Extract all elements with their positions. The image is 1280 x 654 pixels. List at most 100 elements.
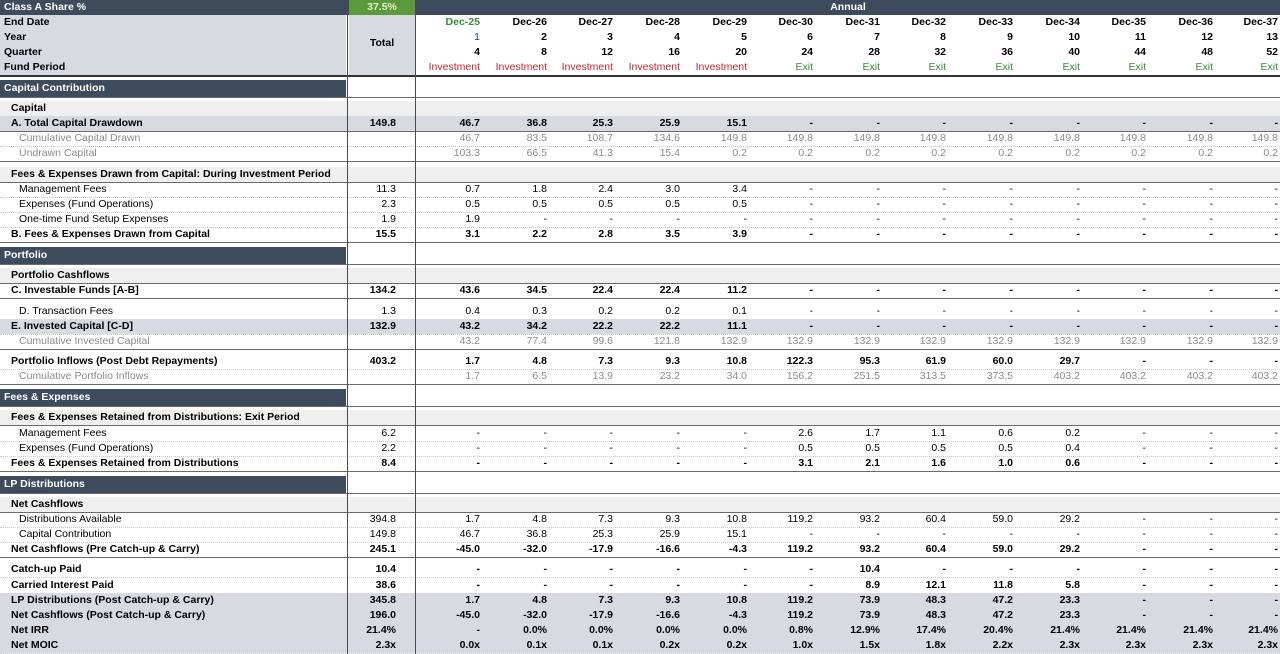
value-cell[interactable]: - bbox=[751, 319, 814, 334]
value-cell[interactable]: - bbox=[1084, 304, 1147, 319]
value-cell[interactable]: 149.8 bbox=[1084, 131, 1146, 146]
value-cell[interactable]: -45.0 bbox=[418, 542, 480, 557]
value-cell[interactable]: - bbox=[418, 426, 481, 441]
value-cell[interactable]: 46.7 bbox=[418, 131, 480, 146]
value-cell[interactable]: 132.9 bbox=[1084, 334, 1146, 349]
value-cell[interactable]: - bbox=[1216, 116, 1279, 131]
value-cell[interactable]: 149.8 bbox=[1018, 131, 1080, 146]
value-cell[interactable]: 6.5 bbox=[485, 369, 547, 384]
value-cell[interactable]: 156.2 bbox=[751, 369, 813, 384]
value-cell[interactable]: - bbox=[751, 527, 814, 542]
value-cell[interactable]: 3.9 bbox=[685, 227, 747, 242]
row-total[interactable] bbox=[349, 268, 396, 283]
value-cell[interactable]: 21.4% bbox=[1018, 623, 1080, 638]
value-cell[interactable]: - bbox=[1084, 212, 1147, 227]
value-cell[interactable]: - bbox=[685, 441, 748, 456]
value-cell[interactable]: 132.9 bbox=[884, 334, 946, 349]
value-cell[interactable]: 0.1x bbox=[551, 638, 613, 653]
value-cell[interactable]: 0.2 bbox=[818, 146, 880, 161]
section-fees-expenses[interactable]: Fees & Expenses bbox=[0, 389, 346, 406]
value-cell[interactable]: 43.6 bbox=[418, 283, 480, 298]
value-cell[interactable]: 73.9 bbox=[818, 608, 880, 623]
value-cell[interactable]: - bbox=[551, 562, 614, 577]
value-cell[interactable]: -4.3 bbox=[685, 542, 747, 557]
value-cell[interactable]: - bbox=[1151, 182, 1214, 197]
value-cell[interactable]: - bbox=[1216, 593, 1279, 608]
value-cell[interactable]: - bbox=[751, 197, 814, 212]
row-total[interactable] bbox=[349, 334, 396, 349]
value-cell[interactable]: 21.4% bbox=[1084, 623, 1146, 638]
value-cell[interactable]: 403.2 bbox=[1018, 369, 1080, 384]
value-cell[interactable]: 1.7 bbox=[418, 354, 480, 369]
value-cell[interactable]: - bbox=[1151, 578, 1214, 593]
value-cell[interactable]: 1.0 bbox=[951, 456, 1013, 471]
value-cell[interactable]: 99.6 bbox=[551, 334, 613, 349]
value-cell[interactable]: - bbox=[685, 456, 748, 471]
value-cell[interactable]: 0.2 bbox=[685, 146, 747, 161]
value-cell[interactable]: 0.5 bbox=[751, 441, 813, 456]
value-cell[interactable]: 132.9 bbox=[818, 334, 880, 349]
row-total[interactable] bbox=[349, 410, 396, 425]
value-cell[interactable]: 373.5 bbox=[951, 369, 1013, 384]
value-cell[interactable]: 0.2 bbox=[884, 146, 946, 161]
value-cell[interactable]: - bbox=[418, 578, 481, 593]
value-cell[interactable]: - bbox=[1084, 197, 1147, 212]
value-cell[interactable]: 2.4 bbox=[551, 182, 613, 197]
value-cell[interactable]: - bbox=[418, 623, 481, 638]
value-cell[interactable]: - bbox=[884, 283, 947, 298]
value-cell[interactable]: - bbox=[1216, 456, 1279, 471]
value-cell[interactable]: 20.4% bbox=[951, 623, 1013, 638]
value-cell[interactable]: - bbox=[685, 212, 748, 227]
value-cell[interactable]: 23.3 bbox=[1018, 593, 1080, 608]
value-cell[interactable]: 119.2 bbox=[751, 593, 813, 608]
value-cell[interactable]: - bbox=[1151, 283, 1214, 298]
value-cell[interactable]: 48.3 bbox=[884, 608, 946, 623]
value-cell[interactable]: - bbox=[1216, 354, 1279, 369]
value-cell[interactable]: - bbox=[418, 562, 481, 577]
value-cell[interactable]: - bbox=[818, 304, 881, 319]
value-cell[interactable]: 10.8 bbox=[685, 512, 747, 527]
row-total[interactable]: 1.3 bbox=[349, 304, 396, 319]
value-cell[interactable]: - bbox=[951, 562, 1014, 577]
value-cell[interactable]: - bbox=[1084, 116, 1147, 131]
value-cell[interactable]: 60.4 bbox=[884, 542, 946, 557]
value-cell[interactable]: 0.2 bbox=[1018, 146, 1080, 161]
value-cell[interactable]: 403.2 bbox=[1151, 369, 1213, 384]
row-total[interactable]: 10.4 bbox=[349, 562, 396, 577]
value-cell[interactable]: - bbox=[1151, 562, 1214, 577]
value-cell[interactable]: - bbox=[685, 562, 748, 577]
value-cell[interactable]: 11.2 bbox=[685, 283, 747, 298]
value-cell[interactable]: 41.3 bbox=[551, 146, 613, 161]
value-cell[interactable]: 1.6 bbox=[884, 456, 946, 471]
value-cell[interactable]: - bbox=[818, 182, 881, 197]
value-cell[interactable]: - bbox=[1018, 197, 1081, 212]
value-cell[interactable]: - bbox=[1151, 212, 1214, 227]
value-cell[interactable]: 23.3 bbox=[1018, 608, 1080, 623]
value-cell[interactable]: 0.8% bbox=[751, 623, 813, 638]
value-cell[interactable]: 1.9 bbox=[418, 212, 480, 227]
value-cell[interactable]: 7.3 bbox=[551, 354, 613, 369]
value-cell[interactable]: - bbox=[1216, 197, 1279, 212]
value-cell[interactable]: 0.5 bbox=[951, 441, 1013, 456]
value-cell[interactable]: 1.5x bbox=[818, 638, 880, 653]
value-cell[interactable]: 0.0% bbox=[618, 623, 680, 638]
value-cell[interactable]: - bbox=[1084, 593, 1147, 608]
value-cell[interactable]: - bbox=[1084, 354, 1147, 369]
row-total[interactable]: 21.4% bbox=[349, 623, 396, 638]
value-cell[interactable]: - bbox=[951, 227, 1014, 242]
value-cell[interactable]: 7.3 bbox=[551, 512, 613, 527]
value-cell[interactable]: 66.5 bbox=[485, 146, 547, 161]
value-cell[interactable]: 59.0 bbox=[951, 512, 1013, 527]
value-cell[interactable]: 0.5 bbox=[551, 197, 613, 212]
value-cell[interactable]: 149.8 bbox=[818, 131, 880, 146]
value-cell[interactable]: 0.2 bbox=[1216, 146, 1278, 161]
value-cell[interactable]: 2.1 bbox=[818, 456, 880, 471]
value-cell[interactable]: 36.8 bbox=[485, 527, 547, 542]
value-cell[interactable]: 134.6 bbox=[618, 131, 680, 146]
value-cell[interactable]: 46.7 bbox=[418, 116, 480, 131]
value-cell[interactable]: 149.8 bbox=[751, 131, 813, 146]
value-cell[interactable]: - bbox=[751, 182, 814, 197]
value-cell[interactable]: - bbox=[1084, 608, 1147, 623]
value-cell[interactable]: - bbox=[951, 197, 1014, 212]
value-cell[interactable]: 2.6 bbox=[751, 426, 813, 441]
